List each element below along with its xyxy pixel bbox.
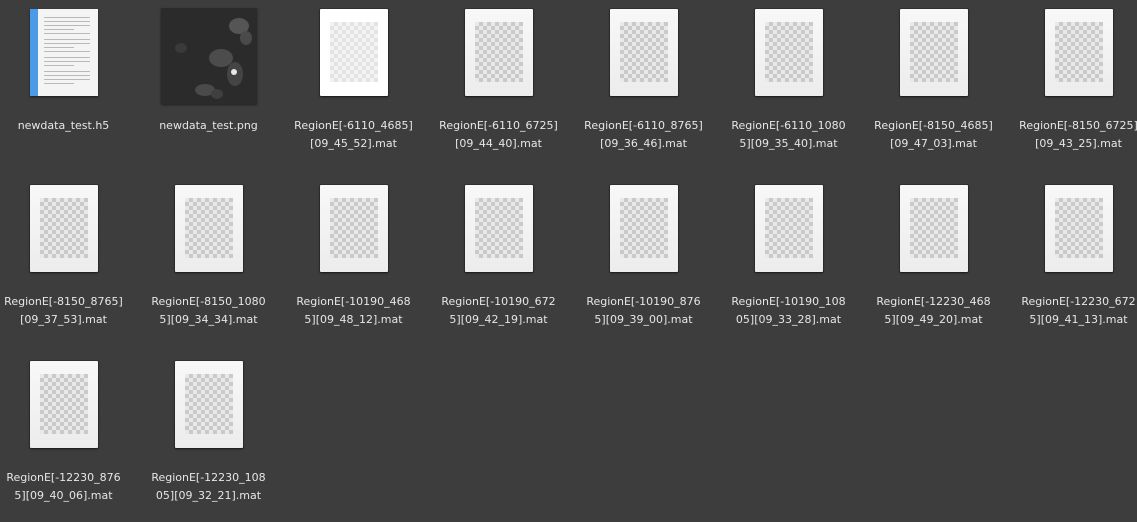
file-name-label: newdata_test.h5 [17, 119, 110, 132]
file-item[interactable]: RegionE[-6110_4685] [09_45_52].mat [281, 0, 426, 170]
file-name-label: RegionE[-12230_876 5][09_40_06].mat [6, 471, 121, 502]
file-item[interactable]: RegionE[-10190_468 5][09_48_12].mat [281, 176, 426, 346]
file-name-label: RegionE[-6110_1080 5][09_35_40].mat [731, 119, 846, 150]
file-icon [174, 361, 243, 448]
file-name-label: RegionE[-10190_876 5][09_39_00].mat [586, 295, 701, 326]
file-icon [464, 185, 533, 272]
file-item[interactable]: RegionE[-10190_876 5][09_39_00].mat [571, 176, 716, 346]
file-item[interactable]: newdata_test.h5 [0, 0, 136, 170]
file-name-label: RegionE[-8150_6725] [09_43_25].mat [1019, 119, 1137, 150]
file-item[interactable]: RegionE[-10190_108 05][09_33_28].mat [716, 176, 861, 346]
file-icon [899, 9, 968, 96]
file-name-label: RegionE[-8150_1080 5][09_34_34].mat [151, 295, 266, 326]
file-icon [754, 185, 823, 272]
file-grid: newdata_test.h5 newdata_test.png RegionE[-… [0, 0, 1137, 515]
file-icon [29, 361, 98, 448]
file-name-label: RegionE[-6110_6725] [09_44_40].mat [439, 119, 558, 150]
file-name-label: RegionE[-10190_468 5][09_48_12].mat [296, 295, 411, 326]
file-name-label: RegionE[-10190_108 05][09_33_28].mat [731, 295, 846, 326]
file-name-label: RegionE[-8150_8765] [09_37_53].mat [4, 295, 123, 326]
file-name-label: RegionE[-6110_8765] [09_36_46].mat [584, 119, 703, 150]
file-item[interactable]: RegionE[-8150_6725] [09_43_25].mat [1006, 0, 1137, 170]
file-item[interactable]: RegionE[-6110_8765] [09_36_46].mat [571, 0, 716, 170]
file-icon [29, 185, 98, 272]
file-item[interactable]: RegionE[-8150_8765] [09_37_53].mat [0, 176, 136, 346]
file-item[interactable]: RegionE[-12230_468 5][09_49_20].mat [861, 176, 1006, 346]
file-item[interactable]: RegionE[-12230_108 05][09_32_21].mat [136, 352, 281, 522]
file-item[interactable]: RegionE[-10190_672 5][09_42_19].mat [426, 176, 571, 346]
file-item[interactable]: RegionE[-8150_1080 5][09_34_34].mat [136, 176, 281, 346]
file-name-label: newdata_test.png [159, 119, 258, 132]
file-item[interactable]: RegionE[-12230_876 5][09_40_06].mat [0, 352, 136, 522]
file-icon [319, 9, 388, 96]
file-name-label: RegionE[-8150_4685] [09_47_03].mat [874, 119, 993, 150]
file-name-label: RegionE[-12230_468 5][09_49_20].mat [876, 295, 991, 326]
file-icon [899, 185, 968, 272]
file-icon [609, 185, 678, 272]
file-item[interactable]: newdata_test.png [136, 0, 281, 170]
file-item[interactable]: RegionE[-12230_672 5][09_41_13].mat [1006, 176, 1137, 346]
text-document-icon [29, 9, 98, 96]
file-item[interactable]: RegionE[-6110_6725] [09_44_40].mat [426, 0, 571, 170]
file-icon [1044, 9, 1113, 96]
file-name-label: RegionE[-12230_672 5][09_41_13].mat [1021, 295, 1136, 326]
file-icon [174, 185, 243, 272]
file-icon [754, 9, 823, 96]
file-name-label: RegionE[-12230_108 05][09_32_21].mat [151, 471, 266, 502]
file-icon [609, 9, 678, 96]
file-name-label: RegionE[-10190_672 5][09_42_19].mat [441, 295, 556, 326]
file-icon [319, 185, 388, 272]
file-name-label: RegionE[-6110_4685] [09_45_52].mat [294, 119, 413, 150]
file-icon [464, 9, 533, 96]
file-item[interactable]: RegionE[-6110_1080 5][09_35_40].mat [716, 0, 861, 170]
file-icon [1044, 185, 1113, 272]
image-thumbnail [160, 8, 257, 104]
file-item[interactable]: RegionE[-8150_4685] [09_47_03].mat [861, 0, 1006, 170]
